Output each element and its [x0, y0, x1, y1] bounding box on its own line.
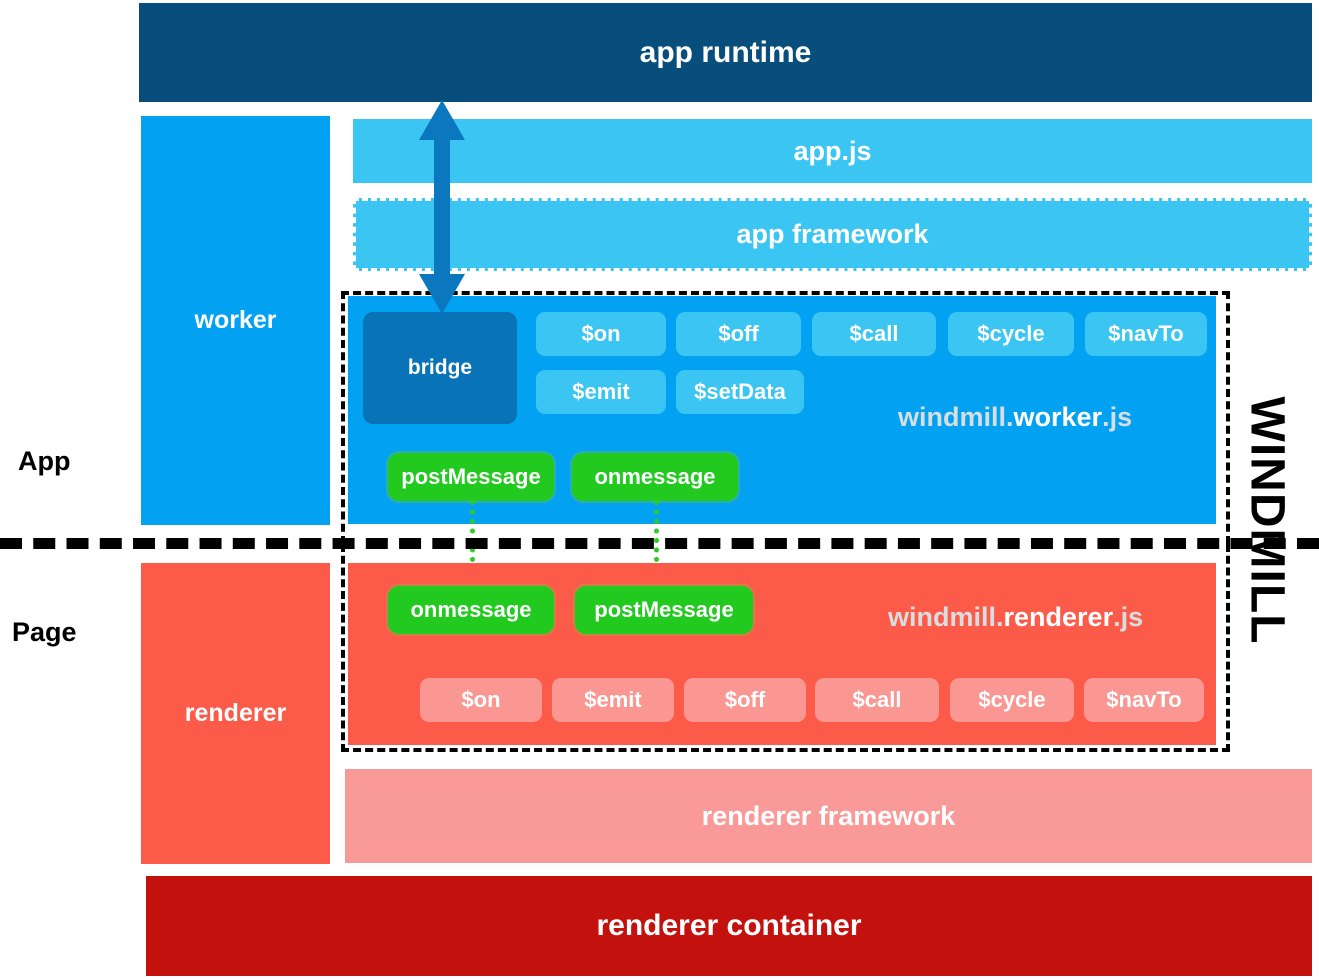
chip-label: postMessage	[401, 464, 541, 489]
worker-filename-suffix: .js	[1102, 401, 1133, 432]
renderer-api-chip-cycle[interactable]: $cycle	[950, 678, 1074, 722]
worker-filename: windmill. worker .js	[898, 398, 1132, 436]
worker-filename-prefix: windmill.	[898, 401, 1014, 432]
double-headed-vertical-arrow-icon	[419, 100, 465, 314]
renderer-filename-suffix: .js	[1113, 601, 1144, 632]
renderer-api-chip-off[interactable]: $off	[684, 678, 806, 722]
renderer-framework-label: renderer framework	[701, 800, 956, 831]
windmill-vertical-label: WINDMILL	[1232, 360, 1302, 680]
renderer-onmessage-chip[interactable]: onmessage	[388, 586, 554, 634]
worker-api-chip-navto[interactable]: $navTo	[1085, 312, 1207, 356]
chip-label: $emit	[572, 379, 630, 404]
worker-column: worker	[141, 116, 330, 525]
chip-label: postMessage	[594, 597, 734, 622]
chip-label: $navTo	[1106, 687, 1182, 712]
worker-column-label: worker	[194, 306, 277, 334]
worker-api-chip-on[interactable]: $on	[536, 312, 666, 356]
renderer-filename: windmill. renderer .js	[888, 598, 1143, 636]
app-js-label: app.js	[793, 135, 872, 166]
worker-api-chip-off[interactable]: $off	[676, 312, 801, 356]
chip-label: $emit	[584, 687, 642, 712]
bridge-box: bridge	[363, 312, 517, 424]
chip-label: $cycle	[978, 687, 1046, 712]
app-framework-label: app framework	[736, 219, 929, 249]
chip-label: $setData	[694, 379, 786, 404]
chip-label: onmessage	[410, 597, 532, 622]
renderer-column: renderer	[141, 563, 330, 864]
chip-label: $call	[849, 321, 899, 346]
renderer-api-chip-navto[interactable]: $navTo	[1084, 678, 1204, 722]
chip-label: $call	[852, 687, 902, 712]
chip-label: $off	[724, 687, 766, 712]
architecture-diagram: app runtime worker app.js app framework …	[0, 0, 1319, 979]
renderer-api-chip-emit[interactable]: $emit	[552, 678, 674, 722]
worker-postmessage-chip[interactable]: postMessage	[388, 453, 554, 501]
chip-label: $on	[461, 687, 501, 712]
worker-filename-strong: worker	[1013, 401, 1103, 432]
renderer-filename-prefix: windmill.	[888, 601, 1004, 632]
chip-label: $off	[718, 321, 759, 346]
chip-label: $cycle	[977, 321, 1045, 346]
renderer-api-chip-on[interactable]: $on	[420, 678, 542, 722]
windmill-vertical-label-text: WINDMILL	[1240, 396, 1294, 644]
renderer-postmessage-chip[interactable]: postMessage	[575, 586, 753, 634]
app-js-bar: app.js	[353, 119, 1312, 183]
renderer-column-label: renderer	[184, 699, 287, 727]
renderer-framework-bar: renderer framework	[345, 769, 1312, 863]
renderer-api-chip-call[interactable]: $call	[815, 678, 939, 722]
app-framework-bar: app framework	[353, 198, 1312, 271]
label-app: App	[18, 443, 128, 479]
label-page: Page	[12, 614, 132, 650]
chip-label: $navTo	[1108, 321, 1184, 346]
label-app-text: App	[18, 445, 71, 476]
app-runtime-label: app runtime	[639, 35, 812, 69]
chip-label: onmessage	[594, 464, 716, 489]
worker-api-chip-cycle[interactable]: $cycle	[948, 312, 1074, 356]
worker-api-chip-setdata[interactable]: $setData	[676, 370, 804, 414]
app-runtime-bar: app runtime	[139, 3, 1312, 102]
renderer-filename-strong: renderer	[1003, 601, 1114, 632]
bridge-label: bridge	[407, 356, 473, 379]
renderer-container-label: renderer container	[596, 909, 862, 942]
renderer-container-bar: renderer container	[146, 876, 1312, 976]
worker-onmessage-chip[interactable]: onmessage	[572, 453, 738, 501]
worker-api-chip-emit[interactable]: $emit	[536, 370, 666, 414]
chip-label: $on	[581, 321, 621, 346]
worker-api-chip-call[interactable]: $call	[812, 312, 936, 356]
label-page-text: Page	[12, 616, 77, 647]
